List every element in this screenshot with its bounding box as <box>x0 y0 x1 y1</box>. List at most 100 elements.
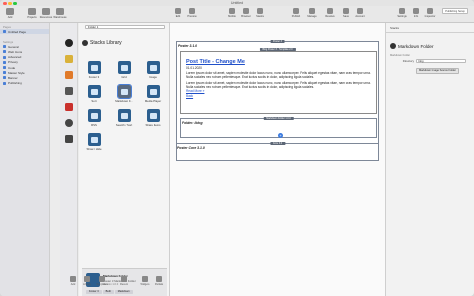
stack-item-markdown-folder[interactable]: Markdown F... <box>115 84 133 103</box>
templates-button[interactable]: Templates <box>95 276 109 286</box>
manage-toolbar-button[interactable]: Manage <box>306 7 318 18</box>
folder-icon[interactable] <box>65 55 73 63</box>
library-bottom-bar: Add Library Templates Recent Widgets Par… <box>0 273 170 296</box>
stack-item-rss[interactable]: RSS <box>86 109 102 127</box>
stack-glyph <box>90 64 98 71</box>
publish-icon <box>293 8 299 14</box>
library-folder-select[interactable]: Folder 1 <box>85 25 165 29</box>
info-toolbar-button[interactable]: Info <box>410 7 422 18</box>
master-style-icon <box>3 71 6 75</box>
sidebar-page-untitled[interactable]: Untitled Page <box>0 29 49 35</box>
stack-item-grid[interactable]: Grid <box>116 61 132 79</box>
stack-glyph <box>149 112 157 119</box>
add-stack-button[interactable]: + <box>278 133 283 138</box>
inspector-title-row: Markdown Folder <box>390 43 434 49</box>
publish-toolbar-button[interactable]: Publish <box>290 7 302 18</box>
edit-toolbar-button[interactable]: Edit <box>172 7 184 18</box>
stack-glyph <box>149 64 157 71</box>
browser-toolbar-button[interactable]: Browser <box>240 7 252 18</box>
stack-item-footer[interactable]: Footer 3 <box>86 61 102 79</box>
templates-icon <box>99 276 105 282</box>
share-items-stack-icon <box>146 109 160 122</box>
inspector-tab-stacks[interactable]: Stacks <box>390 26 399 30</box>
resolve-toolbar-button[interactable]: Resolve <box>324 7 336 18</box>
library-header: Stacks Library <box>82 40 122 46</box>
media-player-stack-icon <box>146 85 160 98</box>
folder-band-tab[interactable]: Markdown Folder 1.0.0 <box>263 116 294 120</box>
stack-item-image[interactable]: Image <box>145 61 161 79</box>
add-toolbar-button[interactable]: Add <box>2 7 18 19</box>
privacy-icon <box>3 60 6 64</box>
blog-post-paragraph: Lorem ipsum dolor sit amet, sapien moles… <box>186 71 371 80</box>
poster-core-band[interactable]: Core 3.0 Poster Core 3.1.0 <box>176 141 379 153</box>
mobile-toolbar-button[interactable]: Mobile <box>226 7 238 18</box>
manage-icon <box>309 8 315 14</box>
edit-icon <box>175 8 181 14</box>
save-icon <box>343 8 349 14</box>
publishing-setup-button[interactable]: Publishing Setup <box>440 7 470 14</box>
blog-post-container[interactable]: Post Title - Change Me 01.01.2020 Lorem … <box>180 51 377 114</box>
recent-button[interactable]: Recent <box>117 276 131 286</box>
stack-item-sort[interactable]: Sort <box>86 85 102 103</box>
markdown-image-source-folder-button[interactable]: Markdown Image Source Folder <box>416 68 459 74</box>
web-icons-icon <box>3 50 6 54</box>
stack-glyph <box>149 88 157 95</box>
image-stack-icon <box>146 61 160 74</box>
blog-post-paragraph: Lorem ipsum dolor sit amet, sapien moles… <box>186 80 371 89</box>
grid-icon[interactable] <box>65 87 73 95</box>
fire-icon[interactable] <box>65 71 73 79</box>
page-editor: Poster 3 Poster 3.1.0 Blog Poster 3 · Te… <box>170 23 385 296</box>
directory-input[interactable]: blog <box>416 59 466 63</box>
stack-item-share-items[interactable]: Share Items <box>145 109 161 127</box>
inspector-title: Markdown Folder <box>398 43 434 49</box>
inspector-toolbar-button[interactable]: Inspector <box>424 7 436 18</box>
library-button[interactable]: Library <box>80 276 94 286</box>
stack-glyph <box>120 88 128 95</box>
library-title: Stacks Library <box>90 40 122 46</box>
gear-icon <box>399 8 405 14</box>
info-icon <box>413 8 419 14</box>
library-category-strip <box>60 23 78 296</box>
sort-stack-icon <box>87 85 101 98</box>
resolve-icon <box>327 8 333 14</box>
account-toolbar-button[interactable]: Account <box>354 7 366 18</box>
stack-item-show-hide[interactable]: Show / Hide <box>86 133 102 151</box>
preview-toolbar-button[interactable]: Preview <box>186 7 198 18</box>
add-library-button[interactable]: Add <box>66 276 80 286</box>
read-more-link[interactable]: Read More » <box>186 89 371 93</box>
directory-row: Directory blog <box>390 59 466 63</box>
settings-toolbar-button[interactable]: Settings <box>396 7 408 18</box>
photo-icon[interactable] <box>65 103 73 111</box>
stacks-logo-icon[interactable] <box>65 39 73 47</box>
core-band-tab[interactable]: Core 3.0 <box>269 141 286 145</box>
blog-post-title[interactable]: Post Title - Change Me <box>186 59 371 65</box>
star-icon[interactable] <box>65 135 73 143</box>
publishing-icon <box>3 81 6 85</box>
rss-stack-icon <box>87 109 101 122</box>
stack-glyph <box>90 112 98 119</box>
stacks-toolbar-button[interactable]: Stacks <box>254 7 266 18</box>
preview-icon <box>189 8 195 14</box>
warehouse-toolbar-button[interactable]: Warehouse <box>52 7 68 19</box>
stacks-logo-icon <box>390 43 396 49</box>
stack-glyph <box>120 64 128 71</box>
markdown-folder-stack[interactable]: Markdown Folder 1.0.0 Folder: /blog + <box>180 116 377 138</box>
sidebar-item-publishing[interactable]: Publishing <box>0 81 49 86</box>
stack-item-search-sort[interactable]: Search / Sort <box>116 109 132 127</box>
recent-icon <box>121 276 127 282</box>
stack-glyph <box>120 112 128 119</box>
partials-button[interactable]: Partials <box>152 276 166 286</box>
projects-icon <box>28 8 36 15</box>
stack-item-media-player[interactable]: Media Player <box>145 85 161 103</box>
back-link[interactable]: Back <box>186 94 371 98</box>
show-hide-stack-icon <box>87 133 101 146</box>
heart-icon[interactable] <box>65 119 73 127</box>
widgets-button[interactable]: Widgets <box>138 276 152 286</box>
plus-icon <box>70 276 76 282</box>
save-toolbar-button[interactable]: Save <box>340 7 352 18</box>
stack-glyph <box>90 88 98 95</box>
band-tab[interactable]: Poster 3 <box>270 39 285 43</box>
plus-icon <box>6 8 14 15</box>
banner-icon <box>3 76 6 80</box>
resources-icon <box>42 8 50 15</box>
